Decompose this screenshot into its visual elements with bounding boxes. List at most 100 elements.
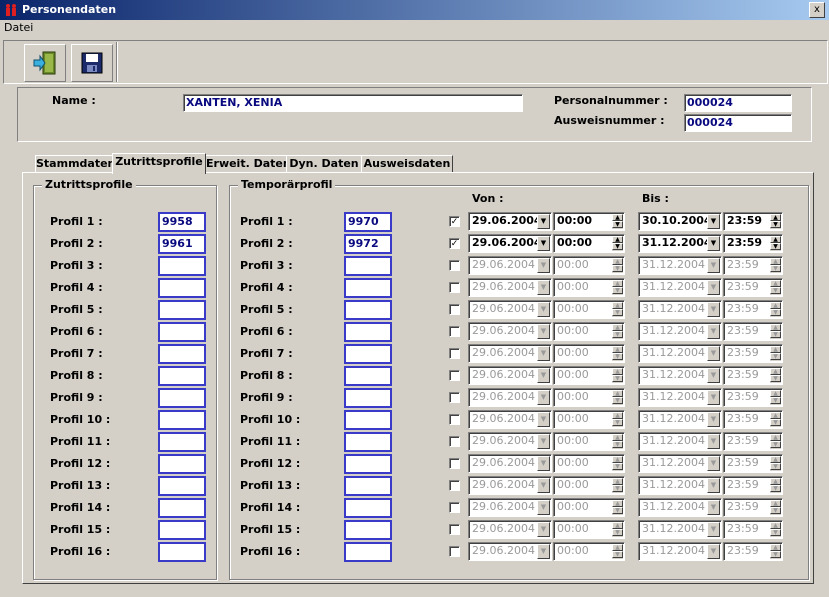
spinner-icon[interactable]: ▲ ▼ [612, 302, 623, 317]
spinner-icon[interactable]: ▲ ▼ [612, 544, 623, 559]
chevron-down-icon[interactable]: ▼ [537, 544, 550, 559]
spinner-icon[interactable]: ▲ ▼ [612, 280, 623, 295]
chevron-down-icon[interactable]: ▼ [537, 412, 550, 427]
active-checkbox[interactable] [449, 414, 460, 425]
tab-zutrittsprofile[interactable]: Zutrittsprofile [112, 153, 206, 174]
active-checkbox[interactable] [449, 546, 460, 557]
von-time-input[interactable]: 00:00 ▲ ▼ [553, 322, 625, 341]
chevron-down-icon[interactable]: ▼ [537, 500, 550, 515]
bis-date-input[interactable]: 31.12.2004 ▼ [638, 520, 722, 539]
temporaer-profil-input[interactable] [344, 344, 392, 364]
chevron-down-icon[interactable]: ▼ [707, 390, 720, 405]
chevron-down-icon[interactable]: ▼ [537, 434, 550, 449]
chevron-down-icon[interactable]: ▼ [707, 302, 720, 317]
active-checkbox[interactable] [449, 392, 460, 403]
spinner-icon[interactable]: ▲ ▼ [770, 324, 781, 339]
bis-time-input[interactable]: 23:59 ▲ ▼ [723, 520, 783, 539]
spinner-icon[interactable]: ▲ ▼ [770, 390, 781, 405]
von-time-input[interactable]: 00:00 ▲ ▼ [553, 498, 625, 517]
chevron-down-icon[interactable]: ▼ [537, 258, 550, 273]
zutritt-profil-input[interactable] [158, 300, 206, 320]
temporaer-profil-input[interactable] [344, 454, 392, 474]
active-checkbox[interactable] [449, 436, 460, 447]
bis-time-input[interactable]: 23:59 ▲ ▼ [723, 278, 783, 297]
von-date-input[interactable]: 29.06.2004 ▼ [468, 410, 552, 429]
chevron-down-icon[interactable]: ▼ [707, 456, 720, 471]
active-checkbox[interactable] [449, 524, 460, 535]
bis-time-input[interactable]: 23:59 ▲ ▼ [723, 388, 783, 407]
spinner-icon[interactable]: ▲ ▼ [612, 324, 623, 339]
von-time-input[interactable]: 00:00 ▲ ▼ [553, 454, 625, 473]
ausweisnummer-field[interactable]: 000024 [684, 114, 792, 132]
zutritt-profil-input[interactable] [158, 454, 206, 474]
temporaer-profil-input[interactable] [344, 520, 392, 540]
bis-time-input[interactable]: 23:59 ▲ ▼ [723, 344, 783, 363]
bis-time-input[interactable]: 23:59 ▲ ▼ [723, 322, 783, 341]
temporaer-profil-input[interactable] [344, 476, 392, 496]
von-date-input[interactable]: 29.06.2004 ▼ [468, 322, 552, 341]
temporaer-profil-input[interactable] [344, 322, 392, 342]
bis-date-input[interactable]: 31.12.2004 ▼ [638, 366, 722, 385]
zutritt-profil-input[interactable] [158, 498, 206, 518]
von-time-input[interactable]: 00:00 ▲ ▼ [553, 278, 625, 297]
bis-date-input[interactable]: 31.12.2004 ▼ [638, 256, 722, 275]
active-checkbox[interactable] [449, 282, 460, 293]
bis-date-input[interactable]: 31.12.2004 ▼ [638, 432, 722, 451]
von-time-input[interactable]: 00:00 ▲ ▼ [553, 344, 625, 363]
chevron-down-icon[interactable]: ▼ [537, 368, 550, 383]
spinner-icon[interactable]: ▲ ▼ [770, 258, 781, 273]
von-time-input[interactable]: 00:00 ▲ ▼ [553, 410, 625, 429]
chevron-down-icon[interactable]: ▼ [537, 456, 550, 471]
von-date-input[interactable]: 29.06.2004 ▼ [468, 476, 552, 495]
bis-time-input[interactable]: 23:59 ▲ ▼ [723, 498, 783, 517]
von-time-input[interactable]: 00:00 ▲ ▼ [553, 476, 625, 495]
zutritt-profil-input[interactable] [158, 388, 206, 408]
zutritt-profil-input[interactable] [158, 476, 206, 496]
spinner-icon[interactable]: ▲ ▼ [612, 390, 623, 405]
chevron-down-icon[interactable]: ▼ [537, 346, 550, 361]
von-date-input[interactable]: 29.06.2004 ▼ [468, 520, 552, 539]
chevron-down-icon[interactable]: ▼ [707, 280, 720, 295]
zutritt-profil-input[interactable] [158, 256, 206, 276]
menu-datei[interactable]: Datei [4, 21, 33, 34]
bis-date-input[interactable]: 31.12.2004 ▼ [638, 454, 722, 473]
chevron-down-icon[interactable]: ▼ [537, 522, 550, 537]
chevron-down-icon[interactable]: ▼ [537, 478, 550, 493]
save-button[interactable] [71, 44, 113, 82]
bis-date-input[interactable]: 31.12.2004 ▼ [638, 300, 722, 319]
von-time-input[interactable]: 00:00 ▲ ▼ [553, 366, 625, 385]
active-checkbox[interactable] [449, 348, 460, 359]
exit-button[interactable] [24, 44, 66, 82]
von-date-input[interactable]: 29.06.2004 ▼ [468, 432, 552, 451]
bis-time-input[interactable]: 23:59 ▲ ▼ [723, 476, 783, 495]
bis-time-input[interactable]: 23:59 ▲ ▼ [723, 542, 783, 561]
spinner-icon[interactable]: ▲ ▼ [770, 346, 781, 361]
zutritt-profil-input[interactable] [158, 278, 206, 298]
chevron-down-icon[interactable]: ▼ [707, 544, 720, 559]
active-checkbox[interactable] [449, 326, 460, 337]
spinner-icon[interactable]: ▲ ▼ [770, 544, 781, 559]
active-checkbox[interactable] [449, 480, 460, 491]
chevron-down-icon[interactable]: ▼ [707, 368, 720, 383]
active-checkbox[interactable] [449, 370, 460, 381]
bis-date-input[interactable]: 30.10.2004 ▼ [638, 212, 722, 231]
spinner-icon[interactable]: ▲ ▼ [770, 280, 781, 295]
temporaer-profil-input[interactable] [344, 366, 392, 386]
bis-date-input[interactable]: 31.12.2004 ▼ [638, 542, 722, 561]
von-time-input[interactable]: 00:00 ▲ ▼ [553, 212, 625, 231]
von-time-input[interactable]: 00:00 ▲ ▼ [553, 300, 625, 319]
chevron-down-icon[interactable]: ▼ [707, 500, 720, 515]
chevron-down-icon[interactable]: ▼ [707, 434, 720, 449]
name-field[interactable]: XANTEN, XENIA [183, 94, 523, 112]
zutritt-profil-input[interactable] [158, 432, 206, 452]
chevron-down-icon[interactable]: ▼ [537, 236, 550, 251]
bis-time-input[interactable]: 23:59 ▲ ▼ [723, 212, 783, 231]
tab-stammdaten[interactable]: Stammdaten [35, 155, 115, 173]
spinner-icon[interactable]: ▲ ▼ [770, 368, 781, 383]
chevron-down-icon[interactable]: ▼ [537, 214, 550, 229]
spinner-icon[interactable]: ▲ ▼ [612, 346, 623, 361]
chevron-down-icon[interactable]: ▼ [707, 324, 720, 339]
bis-time-input[interactable]: 23:59 ▲ ▼ [723, 366, 783, 385]
spinner-icon[interactable]: ▲ ▼ [612, 236, 623, 251]
active-checkbox[interactable] [449, 502, 460, 513]
